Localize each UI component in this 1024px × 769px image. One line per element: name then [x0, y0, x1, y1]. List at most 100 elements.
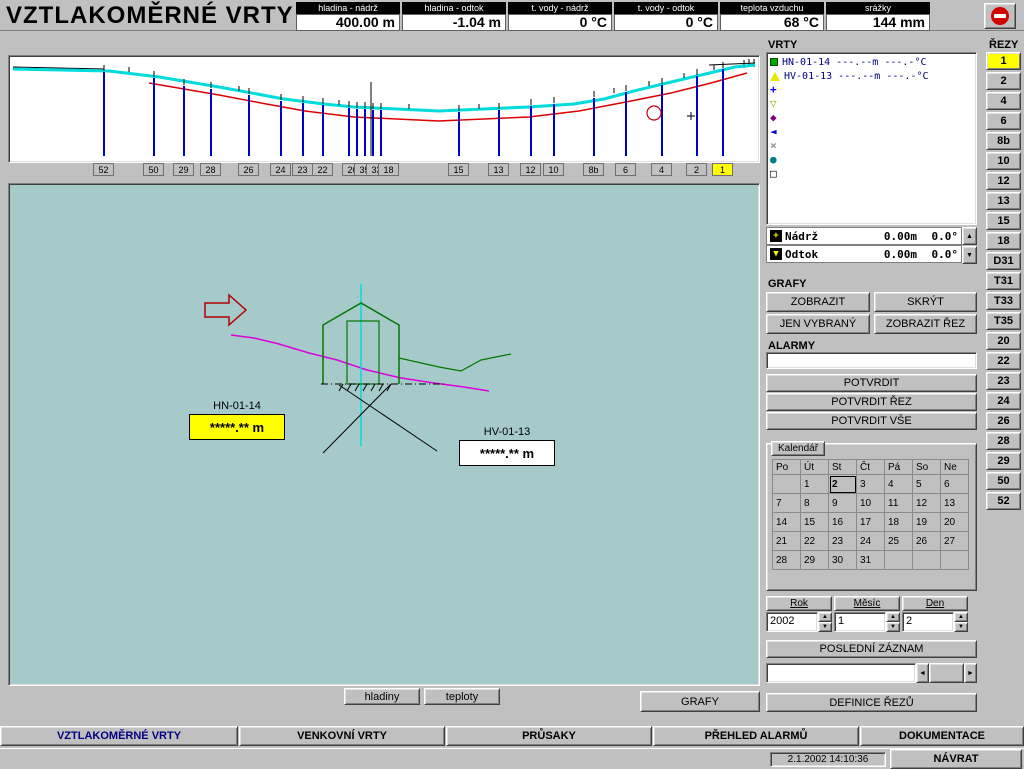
calendar-cell[interactable]: 25 [885, 532, 913, 551]
vrty-item-hv-01-13[interactable]: HV-01-13 ---.--m ---.-°C [767, 69, 976, 83]
alarm-input[interactable] [766, 352, 977, 369]
section-label-10[interactable]: 10 [543, 163, 564, 176]
definice-rezu-button[interactable]: DEFINICE ŘEZŮ [766, 693, 977, 712]
skryt-button[interactable]: SKRÝT [874, 292, 977, 312]
potvrdit-rez-button[interactable]: POTVRDIT ŘEZ [766, 393, 977, 411]
calendar-cell[interactable]: 19 [913, 513, 941, 532]
section-label-26[interactable]: 26 [238, 163, 259, 176]
rez-button-29[interactable]: 29 [986, 452, 1021, 470]
calendar-cell[interactable]: 5 [913, 475, 941, 494]
rez-button-24[interactable]: 24 [986, 392, 1021, 410]
nav-tab-dokumentace[interactable]: DOKUMENTACE [860, 726, 1024, 746]
den-value[interactable]: 2 [902, 612, 954, 632]
rez-button-18[interactable]: 18 [986, 232, 1021, 250]
calendar-cell[interactable]: 30 [829, 551, 857, 570]
section-label-12[interactable]: 12 [520, 163, 541, 176]
rok-value[interactable]: 2002 [766, 612, 818, 632]
rez-button-28[interactable]: 28 [986, 432, 1021, 450]
scroll-thumb[interactable] [929, 663, 964, 683]
record-input[interactable] [766, 663, 916, 683]
nav-tab-vztlakomerne-vrty[interactable]: VZTLAKOMĚRNÉ VRTY [0, 726, 238, 746]
scroll-up-button[interactable]: ▲ [962, 227, 977, 245]
calendar-cell[interactable]: 17 [857, 513, 885, 532]
den-down-button[interactable]: ▼ [954, 622, 968, 632]
section-label-18[interactable]: 18 [378, 163, 399, 176]
rez-button-22[interactable]: 22 [986, 352, 1021, 370]
calendar-cell[interactable]: 13 [941, 494, 969, 513]
calendar-cell[interactable] [941, 551, 969, 570]
vrty-item-hn-01-14[interactable]: HN-01-14 ---.--m ---.-°C [767, 55, 976, 69]
jen-vybrany-button[interactable]: JEN VYBRANÝ [766, 314, 870, 334]
calendar-cell[interactable]: 18 [885, 513, 913, 532]
nav-tab-venkovni-vrty[interactable]: VENKOVNÍ VRTY [239, 726, 445, 746]
rez-button-2[interactable]: 2 [986, 72, 1021, 90]
summary-odtok[interactable]: ▼ Odtok 0.00m 0.0° [766, 245, 962, 263]
rok-down-button[interactable]: ▼ [818, 622, 832, 632]
well-hn-01-14[interactable]: HN-01-14 *****.** m [189, 400, 285, 440]
section-label-52[interactable]: 52 [93, 163, 114, 176]
nav-tab-prehled-alarmu[interactable]: PŘEHLED ALARMŮ [653, 726, 859, 746]
calendar-cell[interactable]: 27 [941, 532, 969, 551]
summary-nadrz[interactable]: + Nádrž 0.00m 0.0° [766, 227, 962, 245]
calendar-cell[interactable] [885, 551, 913, 570]
scroll-left-button[interactable]: ◄ [916, 663, 929, 683]
calendar-cell[interactable]: 3 [857, 475, 885, 494]
rez-button-8b[interactable]: 8b [986, 132, 1021, 150]
mesic-value[interactable]: 1 [834, 612, 886, 632]
section-label-22[interactable]: 22 [312, 163, 333, 176]
calendar-cell[interactable]: 1 [801, 475, 829, 494]
rez-button-12[interactable]: 12 [986, 172, 1021, 190]
calendar-cell[interactable]: 14 [773, 513, 801, 532]
posledni-zaznam-button[interactable]: POSLEDNÍ ZÁZNAM [766, 640, 977, 658]
section-label-6[interactable]: 6 [615, 163, 636, 176]
vrty-listbox[interactable]: HN-01-14 ---.--m ---.-°C HV-01-13 ---.--… [766, 52, 977, 225]
calendar-cell[interactable]: 4 [885, 475, 913, 494]
rez-button-15[interactable]: 15 [986, 212, 1021, 230]
calendar-cell[interactable]: 22 [801, 532, 829, 551]
calendar-cell[interactable]: 10 [857, 494, 885, 513]
potvrdit-vse-button[interactable]: POTVRDIT VŠE [766, 412, 977, 430]
calendar-cell[interactable]: 6 [941, 475, 969, 494]
scroll-right-button[interactable]: ► [964, 663, 977, 683]
calendar-cell[interactable]: 26 [913, 532, 941, 551]
zobrazit-rez-button[interactable]: ZOBRAZIT ŘEZ [874, 314, 977, 334]
section-label-29[interactable]: 29 [173, 163, 194, 176]
calendar-cell[interactable]: 7 [773, 494, 801, 513]
section-label-8b[interactable]: 8b [583, 163, 604, 176]
section-label-15[interactable]: 15 [448, 163, 469, 176]
grafy-button[interactable]: GRAFY [640, 691, 760, 712]
rez-button-52[interactable]: 52 [986, 492, 1021, 510]
calendar-cell[interactable]: 16 [829, 513, 857, 532]
navrat-button[interactable]: NÁVRAT [890, 749, 1022, 769]
section-label-50[interactable]: 50 [143, 163, 164, 176]
calendar-tab[interactable]: Kalendář [771, 441, 825, 456]
calendar-cell[interactable]: 28 [773, 551, 801, 570]
calendar-cell[interactable]: 9 [829, 494, 857, 513]
hladiny-button[interactable]: hladiny [344, 688, 420, 705]
section-label-13[interactable]: 13 [488, 163, 509, 176]
calendar-cell[interactable]: 23 [829, 532, 857, 551]
alarm-horn-button[interactable] [984, 3, 1016, 29]
rez-button-10[interactable]: 10 [986, 152, 1021, 170]
calendar-cell[interactable]: 11 [885, 494, 913, 513]
rez-button-13[interactable]: 13 [986, 192, 1021, 210]
calendar-cell[interactable] [913, 551, 941, 570]
rez-button-26[interactable]: 26 [986, 412, 1021, 430]
calendar-cell[interactable]: 29 [801, 551, 829, 570]
nav-tab-prusaky[interactable]: PRŮSAKY [446, 726, 652, 746]
section-label-2[interactable]: 2 [686, 163, 707, 176]
calendar-cell-selected[interactable]: 2 [829, 475, 857, 494]
section-label-28[interactable]: 28 [200, 163, 221, 176]
mesic-up-button[interactable]: ▲ [886, 612, 900, 622]
den-up-button[interactable]: ▲ [954, 612, 968, 622]
rez-button-t31[interactable]: T31 [986, 272, 1021, 290]
rez-button-1[interactable]: 1 [986, 52, 1021, 70]
rez-button-t33[interactable]: T33 [986, 292, 1021, 310]
rok-up-button[interactable]: ▲ [818, 612, 832, 622]
rez-button-50[interactable]: 50 [986, 472, 1021, 490]
rez-button-20[interactable]: 20 [986, 332, 1021, 350]
calendar-cell[interactable]: 24 [857, 532, 885, 551]
calendar-cell[interactable]: 20 [941, 513, 969, 532]
section-label-4[interactable]: 4 [651, 163, 672, 176]
zobrazit-button[interactable]: ZOBRAZIT [766, 292, 870, 312]
